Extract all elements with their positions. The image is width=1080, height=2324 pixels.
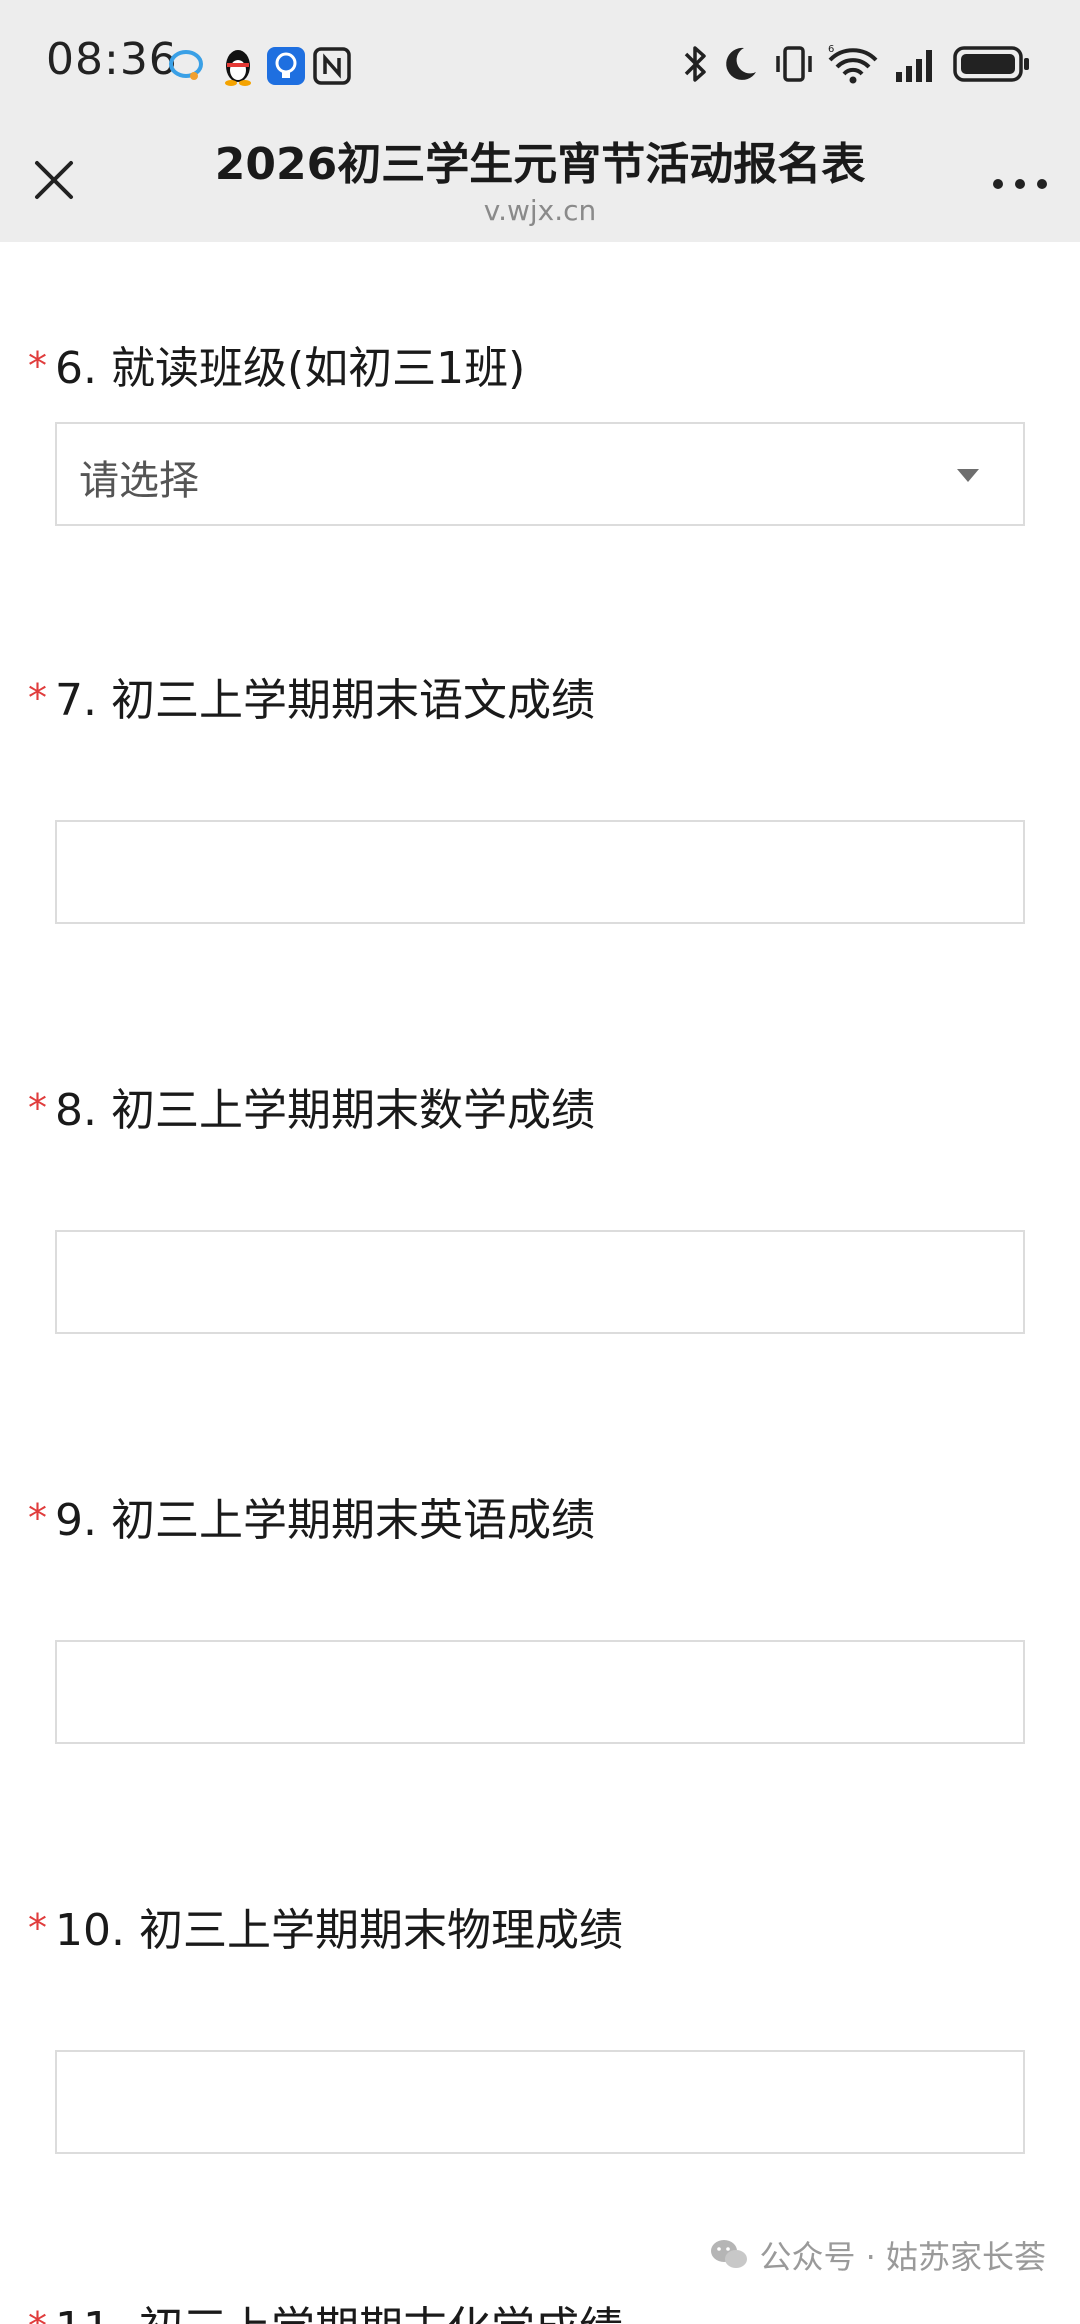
question-11-text: 11. 初三上学期期末化学成绩 (55, 2303, 623, 2324)
question-10-label: * 10. 初三上学期期末物理成绩 (28, 1894, 623, 1958)
form-content: * 6. 就读班级(如初三1班) 请选择 * 7. 初三上学期期末语文成绩 * 8. … (0, 242, 1080, 2324)
qq-penguin-icon (225, 50, 251, 86)
svg-text:6: 6 (828, 44, 834, 55)
signal-icon (896, 50, 932, 82)
vibrate-icon (776, 46, 812, 82)
status-time: 08:36 (46, 34, 178, 85)
question-8-text: 8. 初三上学期期末数学成绩 (55, 1085, 595, 1136)
lightbulb-app-icon (267, 47, 305, 85)
question-7-text: 7. 初三上学期期末语文成绩 (55, 675, 595, 726)
english-score-input[interactable] (55, 1640, 1025, 1744)
required-mark: * (28, 2304, 47, 2324)
physics-score-input[interactable] (55, 2050, 1025, 2154)
wechat-icon (711, 2240, 748, 2268)
bluetooth-icon (684, 46, 706, 82)
chinese-score-input[interactable] (55, 820, 1025, 924)
required-mark: * (28, 1906, 47, 1950)
battery-icon (953, 46, 1029, 82)
question-7-label: * 7. 初三上学期期末语文成绩 (28, 664, 595, 728)
more-icon[interactable] (984, 154, 1056, 214)
page-domain: v.wjx.cn (483, 194, 597, 227)
nfc-icon (313, 47, 351, 85)
required-mark: * (28, 676, 47, 720)
watermark-text: 公众号 · 姑苏家长荟 (759, 2238, 1046, 2276)
math-score-input[interactable] (55, 1230, 1025, 1334)
question-10-text: 10. 初三上学期期末物理成绩 (55, 1905, 623, 1956)
class-select[interactable]: 请选择 (55, 422, 1025, 526)
question-6-text: 6. 就读班级(如初三1班) (55, 343, 526, 394)
question-9-label: * 9. 初三上学期期末英语成绩 (28, 1484, 595, 1548)
question-6-label: * 6. 就读班级(如初三1班) (28, 332, 525, 396)
class-select-placeholder: 请选择 (79, 458, 199, 504)
required-mark: * (28, 1086, 47, 1130)
nav-bar: 2026初三学生元宵节活动报名表 v.wjx.cn (0, 128, 1080, 242)
close-icon[interactable] (24, 150, 84, 210)
question-8-label: * 8. 初三上学期期末数学成绩 (28, 1074, 595, 1138)
page-title: 2026初三学生元宵节活动报名表 (214, 139, 866, 190)
top-bar: 08:36 6 2026初三学生元宵节活动报名表 v.wjx.cn (0, 0, 1080, 242)
status-bar: 08:36 6 (0, 0, 1080, 128)
question-9-text: 9. 初三上学期期末英语成绩 (55, 1495, 595, 1546)
question-11-label: * 11. 初三上学期期末化学成绩 (28, 2292, 623, 2324)
wifi-6-icon: 6 (828, 44, 878, 84)
watermark: 公众号 · 姑苏家长荟 (709, 2232, 1046, 2278)
chevron-down-icon (957, 469, 979, 482)
moon-icon (726, 47, 756, 80)
screen: 08:36 6 2026初三学生元宵节活动报名表 v.wjx.cn * 6. 就… (0, 0, 1080, 2324)
required-mark: * (28, 344, 47, 388)
required-mark: * (28, 1496, 47, 1540)
bubble-icon (169, 50, 203, 80)
